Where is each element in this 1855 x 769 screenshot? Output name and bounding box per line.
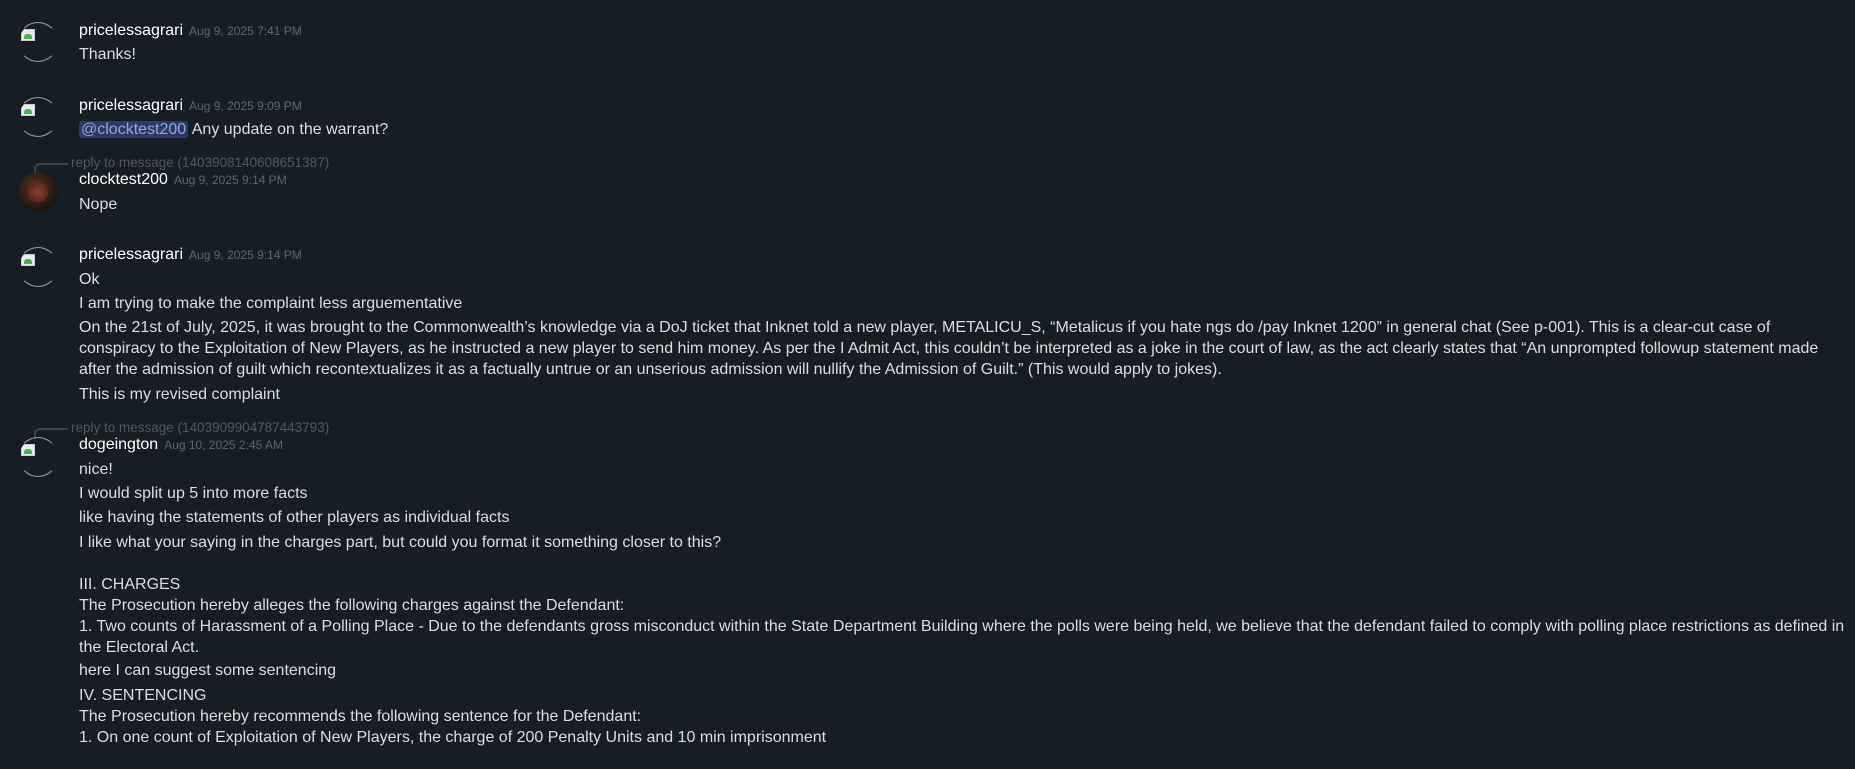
broken-image-icon: [21, 29, 35, 41]
timestamp: Aug 9, 2025 9:14 PM: [189, 248, 302, 262]
message-text: I would split up 5 into more facts: [79, 485, 308, 502]
reply-reference[interactable]: reply to message (1403909904787443793): [71, 420, 329, 435]
message-text: III. CHARGES: [79, 576, 181, 593]
timestamp: Aug 10, 2025 2:45 AM: [164, 438, 283, 452]
message-header: pricelessagrari Aug 9, 2025 7:41 PM: [79, 22, 302, 40]
user-avatar[interactable]: [18, 172, 58, 212]
username[interactable]: dogeington: [79, 436, 158, 453]
message-text: On the 21st of July, 2025, it was brough…: [79, 319, 1819, 378]
message-text: The Prosecution hereby recommends the fo…: [79, 708, 642, 725]
user-avatar[interactable]: [18, 22, 58, 62]
chat-log: pricelessagrari Aug 9, 2025 7:41 PM Thank…: [0, 0, 1855, 769]
message-text: Nope: [79, 196, 118, 213]
message-text-content: Any update on the warrant?: [191, 121, 389, 138]
broken-image-icon: [21, 104, 35, 116]
message-text: This is my revised complaint: [79, 386, 280, 403]
timestamp: Aug 9, 2025 7:41 PM: [189, 24, 302, 38]
message-text: The Prosecution hereby alleges the follo…: [79, 597, 625, 614]
username[interactable]: clocktest200: [79, 171, 168, 188]
message-header: dogeington Aug 10, 2025 2:45 AM: [79, 436, 283, 454]
message-text: 1. On one count of Exploitation of New P…: [79, 729, 827, 746]
message-text: like having the statements of other play…: [79, 509, 510, 526]
message-header: pricelessagrari Aug 9, 2025 9:14 PM: [79, 246, 302, 264]
message-header: pricelessagrari Aug 9, 2025 9:09 PM: [79, 97, 302, 115]
message-text: @clocktest200 Any update on the warrant?: [79, 119, 1845, 140]
broken-image-icon: [21, 254, 35, 266]
message-text: here I can suggest some sentencing: [79, 662, 337, 679]
username[interactable]: pricelessagrari: [79, 97, 183, 114]
username[interactable]: pricelessagrari: [79, 22, 183, 39]
reply-reference[interactable]: reply to message (1403908140608651387): [71, 155, 329, 170]
message-header: clocktest200 Aug 9, 2025 9:14 PM: [79, 171, 287, 189]
message-text: Ok: [79, 271, 100, 288]
user-avatar[interactable]: [18, 97, 58, 137]
timestamp: Aug 9, 2025 9:14 PM: [173, 173, 287, 187]
username[interactable]: pricelessagrari: [79, 246, 183, 263]
user-avatar[interactable]: [18, 437, 58, 477]
message-text: Thanks!: [79, 46, 136, 63]
user-avatar[interactable]: [18, 247, 58, 287]
timestamp: Aug 9, 2025 9:09 PM: [189, 99, 302, 113]
message-text: I am trying to make the complaint less a…: [79, 295, 463, 312]
message-text: IV. SENTENCING: [79, 687, 207, 704]
broken-image-icon: [21, 444, 35, 456]
message-text: nice!: [79, 461, 113, 478]
user-mention[interactable]: @clocktest200: [79, 121, 189, 138]
message-text: I like what your saying in the charges p…: [79, 534, 722, 551]
message-text: 1. Two counts of Harassment of a Polling…: [79, 618, 1845, 656]
